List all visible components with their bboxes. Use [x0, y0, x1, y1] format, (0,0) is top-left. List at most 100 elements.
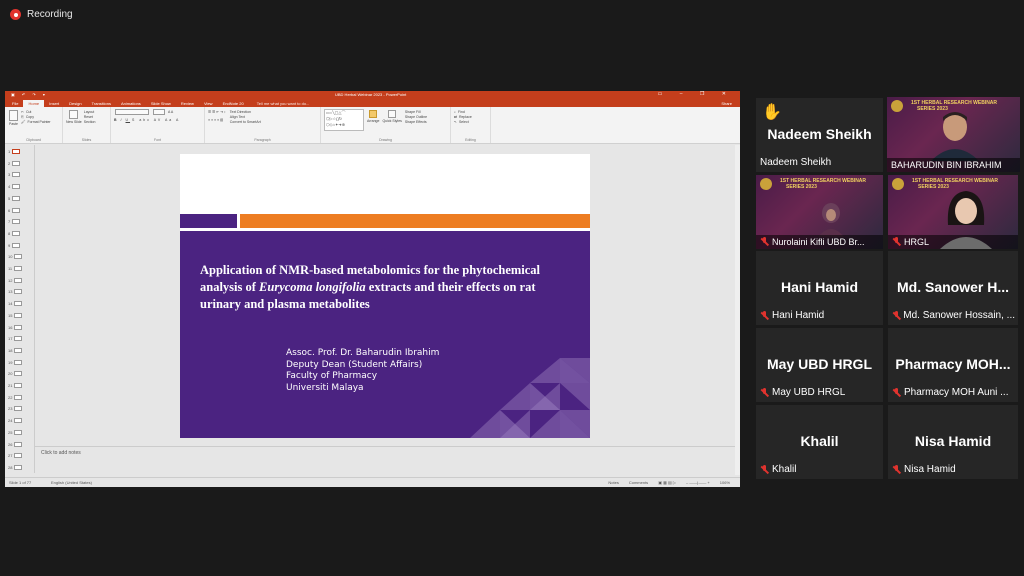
ribbon-tabs: File Home Insert Design Transitions Anim…: [5, 99, 740, 107]
quick-styles-button[interactable]: Quick Styles: [382, 109, 402, 131]
slide-purple-bar: [180, 214, 237, 228]
slide-thumbnail[interactable]: 2: [8, 160, 21, 166]
logo-icon: [892, 178, 904, 190]
tab-endnote[interactable]: EndNote 20: [218, 100, 249, 107]
arrange-button[interactable]: Arrange: [367, 109, 379, 131]
participant-tile-sanower[interactable]: Md. Sanower H... Md. Sanower Hossain, ..…: [888, 251, 1018, 325]
cut-label: Cut: [25, 109, 32, 114]
shape-fill-label: Shape Fill: [404, 109, 421, 114]
slide-thumbnail[interactable]: 19: [8, 359, 23, 365]
slide-thumbnail-pane[interactable]: 1 2 3 4 5 6 7 8 9 10 11 12 13 14 15 16 17 18 19 20 21 22 23 24 2…: [5, 145, 35, 473]
participant-label: Khalil: [772, 464, 797, 475]
section-button[interactable]: Section: [84, 119, 96, 124]
slides-group: New Slide Layout Reset Section Slides: [63, 107, 111, 143]
comments-button[interactable]: Comments: [629, 480, 648, 485]
grow-font-icon[interactable]: A A: [168, 110, 173, 114]
slide-thumbnail[interactable]: 6: [8, 207, 21, 213]
new-slide-button[interactable]: New Slide: [66, 109, 82, 124]
font-size-box[interactable]: [153, 108, 165, 115]
slide-thumbnail-number: 19: [8, 359, 13, 365]
tab-animations[interactable]: Animations: [116, 100, 146, 107]
participant-tile-khalil[interactable]: Khalil Khalil: [756, 405, 883, 479]
slide-thumbnail[interactable]: 25: [8, 429, 23, 435]
participant-tile-baharudin[interactable]: 1ST HERBAL RESEARCH WEBINAR SERIES 2023 …: [887, 97, 1020, 172]
tab-transitions[interactable]: Transitions: [87, 100, 116, 107]
slide-thumbnail[interactable]: 24: [8, 418, 23, 424]
zoom-level[interactable]: 106%: [720, 480, 730, 485]
tab-home[interactable]: Home: [23, 100, 45, 107]
slide-thumbnail[interactable]: 7: [8, 219, 21, 225]
tab-review[interactable]: Review: [176, 100, 199, 107]
slide-thumbnail-preview: [14, 289, 23, 295]
slide-thumbnail[interactable]: 13: [8, 289, 23, 295]
slide-thumbnail[interactable]: 5: [8, 195, 21, 201]
participant-tile-hani[interactable]: Hani Hamid Hani Hamid: [756, 251, 883, 325]
slide-thumbnail-preview: [12, 219, 21, 225]
slide-thumbnail[interactable]: 22: [8, 394, 23, 400]
tab-view[interactable]: View: [199, 100, 218, 107]
slide-thumbnail-preview: [12, 149, 21, 154]
slide-thumbnail[interactable]: 8: [8, 230, 21, 236]
slide-thumbnail[interactable]: 1: [8, 149, 21, 154]
slide-thumbnail[interactable]: 27: [8, 453, 23, 459]
select-button[interactable]: ↖ Select: [454, 119, 487, 124]
participant-tile-hrgl[interactable]: 1ST HERBAL RESEARCH WEBINAR SERIES 2023 …: [888, 175, 1018, 249]
slide-thumbnail[interactable]: 28: [8, 464, 23, 470]
slide-thumbnail[interactable]: 26: [8, 441, 23, 447]
tab-slide-show[interactable]: Slide Show: [146, 100, 176, 107]
slide-thumbnail-number: 21: [8, 383, 13, 388]
tab-file[interactable]: File: [7, 100, 23, 107]
participant-tile-nurolaini[interactable]: 1ST HERBAL RESEARCH WEBINAR SERIES 2023 …: [756, 175, 883, 249]
slide-thumbnail[interactable]: 23: [8, 406, 23, 412]
slide-thumbnail[interactable]: 15: [8, 312, 23, 318]
notes-pane[interactable]: Click to add notes: [35, 446, 735, 474]
slide-thumbnail[interactable]: 14: [8, 301, 23, 307]
shapes-gallery[interactable]: ▭○╲▢△⌒ ⬠▷☆{}↻ ⬡◇⌂✦➜⊕: [324, 109, 364, 131]
slide-thumbnail[interactable]: 16: [8, 324, 23, 330]
presenter-faculty: Faculty of Pharmacy: [286, 371, 378, 381]
shape-outline-button[interactable]: Shape Outline: [405, 114, 427, 119]
participant-tile-may[interactable]: May UBD HRGL May UBD HRGL: [756, 328, 883, 402]
slide-thumbnail[interactable]: 12: [8, 277, 23, 283]
slide-thumbnail-preview: [14, 266, 23, 271]
new-slide-icon: [69, 110, 79, 119]
slide-thumbnail[interactable]: 17: [8, 336, 23, 342]
paste-button[interactable]: Paste: [8, 109, 19, 126]
vertical-scrollbar[interactable]: [735, 145, 740, 475]
view-buttons[interactable]: ▣ ▦ ▤ ▷: [658, 480, 676, 485]
notes-button[interactable]: Notes: [608, 480, 618, 485]
slide-thumbnail[interactable]: 9: [8, 242, 21, 248]
slide-thumbnail[interactable]: 4: [8, 184, 21, 190]
slide-thumbnail-number: 18: [8, 347, 13, 353]
window-controls[interactable]: ▭ – ❐ ✕: [658, 91, 734, 97]
slide-thumbnail[interactable]: 20: [8, 371, 23, 377]
recording-indicator[interactable]: Recording: [10, 9, 73, 20]
align-buttons[interactable]: ≡ ≡ ≡ ≡ ▥: [208, 117, 226, 122]
font-name-box[interactable]: [115, 108, 149, 115]
participant-label: BAHARUDIN BIN IBRAHIM: [891, 160, 1002, 170]
format-painter-button[interactable]: 🖌 Format Painter: [21, 119, 51, 124]
participant-tile-nisa[interactable]: Nisa Hamid Nisa Hamid: [888, 405, 1018, 479]
participant-tile-nadeem[interactable]: ✋ Nadeem Sheikh Nadeem Sheikh: [756, 98, 883, 172]
tell-me-search[interactable]: Tell me what you want to do...: [249, 100, 318, 107]
slide-thumbnail[interactable]: 11: [8, 266, 23, 271]
language-indicator[interactable]: English (United States): [51, 480, 92, 485]
layout-button[interactable]: Layout: [84, 109, 96, 114]
slide-thumbnail[interactable]: 3: [8, 172, 21, 178]
slide-thumbnail-number: 13: [8, 289, 13, 295]
participant-tile-pharmacy[interactable]: Pharmacy MOH... Pharmacy MOH Auni ...: [888, 328, 1018, 402]
slide-thumbnail-number: 7: [8, 219, 11, 225]
tab-design[interactable]: Design: [64, 100, 86, 107]
convert-smartart-button[interactable]: Convert to SmartArt: [230, 119, 261, 124]
font-format-buttons[interactable]: B I U S abc AV Aa A: [114, 117, 201, 122]
current-slide[interactable]: Application of NMR-based metabolomics fo…: [180, 154, 590, 438]
zoom-slider[interactable]: – ——|—— +: [686, 480, 710, 485]
slide-thumbnail[interactable]: 21: [8, 383, 23, 388]
quick-access-icons[interactable]: ▣ ↶ ↷ ▾: [11, 92, 48, 97]
bullet-buttons[interactable]: ☰ ☰ ⇤ ⇥ ↕: [208, 109, 226, 114]
slide-thumbnail[interactable]: 10: [8, 254, 23, 260]
shape-effects-button[interactable]: Shape Effects: [405, 119, 427, 124]
share-button[interactable]: Share: [721, 101, 732, 106]
slide-thumbnail[interactable]: 18: [8, 347, 23, 353]
tab-insert[interactable]: Insert: [44, 100, 64, 107]
